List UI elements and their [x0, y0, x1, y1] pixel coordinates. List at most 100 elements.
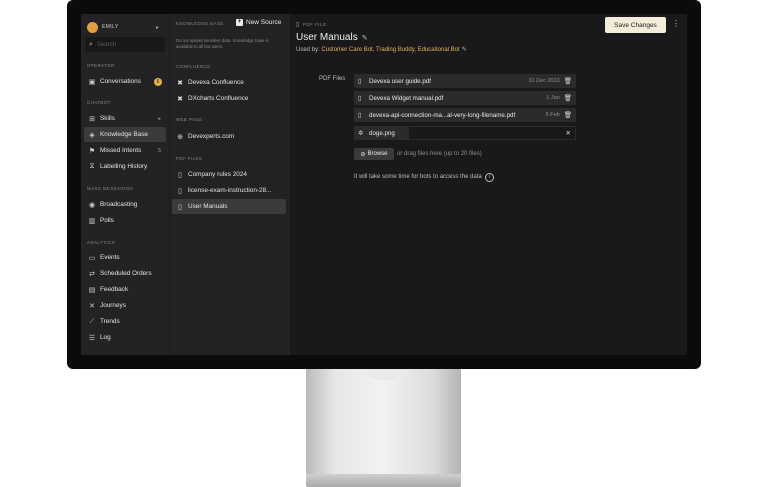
edit-title-icon[interactable]: ✎	[362, 35, 368, 42]
section-pdf-files: PDF FILES	[176, 156, 203, 161]
page-title: User Manuals ✎	[296, 32, 368, 43]
globe-icon: ⊕	[177, 133, 183, 141]
page-title-text: User Manuals	[296, 32, 358, 43]
trash-icon[interactable]: 🗑	[564, 77, 572, 85]
main-sidebar: EMILY ▸ ⌕ Search OPERATOR ▣ Conversation…	[81, 14, 169, 355]
source-label: User Manuals	[188, 203, 228, 210]
file-icon: ▯	[178, 203, 182, 211]
sidebar-item-events[interactable]: ▭ Events	[84, 250, 166, 265]
user-menu[interactable]: EMILY ▸	[85, 18, 165, 36]
source-label: Devexa Confluence	[188, 79, 244, 86]
avatar	[87, 21, 98, 33]
new-source-label: New Source	[246, 19, 282, 26]
browse-button[interactable]: ⊘ Browse	[354, 148, 394, 160]
file-date: 1 Jan	[546, 95, 560, 101]
source-item-dxcharts-confluence[interactable]: ✖ DXcharts Confluence	[172, 91, 286, 106]
used-by: Used by: Customer Care Bot, Trading Budd…	[296, 46, 467, 53]
file-row[interactable]: ▯ devexa-api-connection-ma...al-very-lon…	[354, 108, 576, 122]
section-chatbot: CHATBOT	[87, 100, 111, 105]
sidebar-item-label: Broadcasting	[100, 201, 138, 208]
search-input[interactable]: Search	[97, 42, 116, 48]
section-analytics: ANALYTICS	[87, 240, 116, 245]
search-icon: ⌕	[89, 40, 93, 48]
sidebar-item-label: Journeys	[100, 302, 126, 309]
sidebar-item-label: Scheduled Orders	[100, 270, 152, 277]
sidebar-item-label: Labelling History	[100, 163, 148, 170]
info-text: It will take some time for bots to acces…	[354, 174, 482, 180]
monitor-stand	[306, 368, 461, 478]
sidebar-item-knowledge-base[interactable]: ◈ Knowledge Base	[84, 127, 166, 142]
monitor-foot	[306, 474, 461, 487]
file-icon: ▯	[358, 78, 362, 85]
flag-icon: ⚑	[88, 147, 96, 155]
file-name: Devexa user guide.pdf	[369, 77, 431, 85]
spinner-icon: ✲	[358, 130, 364, 137]
sidebar-item-feedback[interactable]: ▤ Feedback	[84, 282, 166, 297]
broadcast-icon: ◉	[88, 201, 96, 209]
plus-icon: +	[236, 19, 243, 26]
sidebar-item-label: Events	[100, 254, 120, 261]
file-icon: ▯	[358, 112, 362, 119]
edit-bots-icon[interactable]: ✎	[462, 47, 467, 53]
source-item-user-manuals[interactable]: ▯ User Manuals	[172, 199, 286, 214]
breadcrumb-label: PDF FILE	[302, 22, 327, 27]
pdf-files-label: PDF Files	[319, 76, 346, 82]
file-name: doge.png	[369, 129, 395, 137]
source-item-company-rules[interactable]: ▯ Company rules 2024	[172, 167, 286, 182]
browse-label: Browse	[367, 151, 388, 157]
skills-icon: ⊞	[89, 115, 95, 123]
app-screen: EMILY ▸ ⌕ Search OPERATOR ▣ Conversation…	[81, 14, 687, 355]
panel-title: KNOWLEDGE BASE	[176, 21, 224, 26]
source-item-license-exam[interactable]: ▯ license-exam-instruction-28...	[172, 183, 286, 198]
sidebar-item-label: Feedback	[100, 286, 129, 293]
file-icon: ▯	[178, 187, 182, 195]
sidebar-item-labelling-history[interactable]: ⧖ Labelling History	[84, 159, 166, 174]
more-options-icon[interactable]: ⋮	[672, 19, 680, 28]
sidebar-item-polls[interactable]: ▥ Polls	[84, 213, 166, 228]
file-name: devexa-api-connection-ma...al-very-long-…	[369, 111, 516, 119]
file-name: Devexa Widget manual.pdf	[369, 94, 444, 102]
used-by-bots[interactable]: Customer Care Bot, Trading Buddy, Educat…	[321, 47, 459, 53]
sidebar-item-journeys[interactable]: ✕ Journeys	[84, 298, 166, 313]
trash-icon[interactable]: 🗑	[564, 111, 572, 119]
file-row[interactable]: ▯ Devexa user guide.pdf 31 Dec 2023 🗑	[354, 74, 576, 88]
source-label: license-exam-instruction-28...	[188, 187, 272, 194]
sidebar-item-missed-intents[interactable]: ⚑ Missed Intents 5	[84, 143, 166, 158]
knowledge-icon: ◈	[89, 131, 95, 139]
journey-icon: ✕	[89, 302, 95, 310]
file-row[interactable]: ▯ Devexa Widget manual.pdf 1 Jan 🗑	[354, 91, 576, 105]
main-content: ▯ PDF FILE User Manuals ✎ Used by: Custome…	[290, 14, 687, 355]
sidebar-item-conversations[interactable]: ▣ Conversations 6	[84, 74, 166, 89]
sidebar-item-label: Conversations	[100, 78, 141, 85]
sidebar-item-log[interactable]: ☰ Log	[84, 330, 166, 345]
sidebar-item-label: Polls	[100, 217, 114, 224]
source-item-devexa-confluence[interactable]: ✖ Devexa Confluence	[172, 75, 286, 90]
cancel-upload-icon[interactable]: ✕	[566, 129, 571, 137]
file-icon: ▯	[358, 95, 362, 102]
sidebar-item-scheduled-orders[interactable]: ⇄ Scheduled Orders	[84, 266, 166, 281]
info-message: It will take some time for bots to acces…	[354, 173, 494, 182]
uploading-file-row: ✲ doge.png ✕	[354, 126, 576, 140]
sidebar-item-trends[interactable]: ⟋ Trends	[84, 314, 166, 329]
search-box[interactable]: ⌕ Search	[85, 37, 165, 52]
source-label: DXcharts Confluence	[188, 95, 249, 102]
new-source-button[interactable]: + New Source	[236, 19, 281, 26]
section-operator: OPERATOR	[87, 63, 115, 68]
save-changes-button[interactable]: Save Changes	[605, 17, 666, 33]
poll-icon: ▥	[88, 217, 96, 225]
section-mass-messaging: MASS MESSAGING	[87, 186, 134, 191]
file-date: 31 Dec 2023	[528, 78, 560, 84]
sidebar-item-skills[interactable]: ⊞ Skills ▸	[84, 111, 166, 126]
breadcrumb: ▯ PDF FILE	[296, 21, 327, 28]
info-icon[interactable]: i	[484, 173, 494, 182]
section-confluence: CONFLUENCE	[176, 64, 211, 69]
trash-icon[interactable]: 🗑	[564, 94, 572, 102]
source-item-devexperts[interactable]: ⊕ Devexperts.com	[172, 129, 286, 144]
upload-track: ✕	[409, 126, 576, 140]
sidebar-item-broadcasting[interactable]: ◉ Broadcasting	[84, 197, 166, 212]
warning-note: Do not upload sensitive data. Knowledge …	[176, 38, 269, 49]
source-label: Company rules 2024	[188, 171, 247, 178]
log-icon: ☰	[88, 334, 96, 342]
file-date: 5 Feb	[545, 112, 560, 118]
chevron-right-icon: ▸	[158, 115, 161, 122]
